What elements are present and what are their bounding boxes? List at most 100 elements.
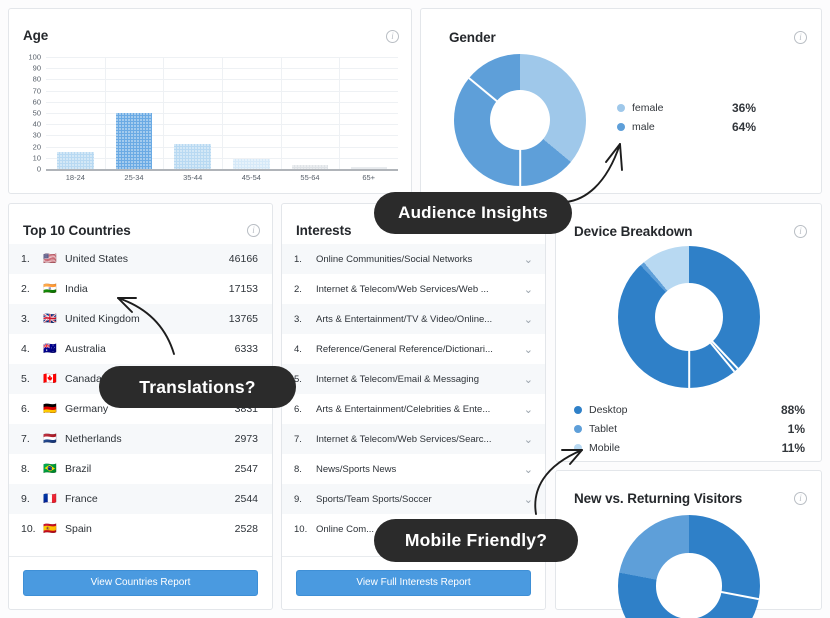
country-visit-count: 2544 (234, 493, 258, 505)
y-axis-tick-label: 20 (32, 142, 41, 152)
legend-value: 1% (787, 421, 805, 436)
country-flag-icon: 🇺🇸 (43, 252, 57, 265)
list-item[interactable]: 3. Arts & Entertainment/TV & Video/Online… (282, 304, 545, 334)
bar-25-34[interactable] (115, 113, 153, 169)
chevron-down-icon[interactable]: ⌄ (521, 403, 533, 416)
interest-rank: 9. (294, 493, 302, 505)
interest-name: Sports/Team Sports/Soccer (316, 493, 432, 505)
chevron-down-icon[interactable]: ⌄ (521, 433, 533, 446)
legend-value: 36% (731, 100, 756, 115)
country-name: Australia (65, 343, 106, 355)
chevron-down-icon[interactable]: ⌄ (521, 493, 533, 506)
interest-rank: 8. (294, 463, 302, 475)
view-full-interests-report-button[interactable]: View Full Interests Report (296, 570, 531, 596)
country-rank: 1. (21, 253, 30, 265)
country-visit-count: 13765 (228, 313, 258, 325)
chevron-down-icon[interactable]: ⌄ (521, 313, 533, 326)
bar-45-54[interactable] (233, 158, 270, 170)
table-row[interactable]: 7. 🇳🇱 Netherlands 2973 (9, 424, 272, 454)
legend-color-dot (574, 405, 582, 414)
legend-label: male (632, 120, 655, 133)
chevron-down-icon[interactable]: ⌄ (521, 463, 533, 476)
legend-item[interactable]: female 36% (617, 98, 756, 117)
interest-name: Internet & Telecom/Web Services/Searc... (316, 433, 492, 445)
bar-65+[interactable] (350, 167, 387, 169)
view-countries-report-button[interactable]: View Countries Report (23, 570, 258, 596)
legend-label: Desktop (589, 403, 628, 416)
age-panel: Age i 0 10 20 30 40 50 60 70 80 90 100 18-24 25-34 3… (8, 8, 412, 194)
gender-panel: Gender i female 36% male 64% (420, 8, 822, 194)
gender-donut-chart (454, 54, 586, 186)
country-flag-icon: 🇨🇦 (43, 372, 57, 385)
country-rank: 10. (21, 523, 36, 535)
bar-55-64[interactable] (291, 164, 329, 170)
device-donut-chart (618, 246, 760, 388)
list-item[interactable]: 6. Arts & Entertainment/Celebrities & Ent… (282, 394, 545, 424)
info-icon[interactable]: i (386, 30, 399, 43)
annotation-pill-audience-insights: Audience Insights (374, 192, 572, 234)
chevron-down-icon[interactable]: ⌄ (521, 373, 533, 386)
dashboard-root: Age i 0 10 20 30 40 50 60 70 80 90 100 18-24 25-34 3… (0, 0, 830, 618)
bar-cell (281, 57, 340, 170)
y-axis-tick-label: 100 (28, 52, 41, 62)
country-flag-icon: 🇩🇪 (43, 402, 57, 415)
table-row[interactable]: 10. 🇪🇸 Spain 2528 (9, 514, 272, 544)
interest-rank: 6. (294, 403, 302, 415)
country-visit-count: 2528 (234, 523, 258, 535)
annotation-pill-mobile-friendly: Mobile Friendly? (374, 519, 578, 562)
donut-hole (654, 282, 724, 352)
interest-rank: 5. (294, 373, 302, 385)
country-flag-icon: 🇬🇧 (43, 312, 57, 325)
legend-item[interactable]: Tablet 1% (574, 419, 805, 438)
legend-item[interactable]: Desktop 88% (574, 400, 805, 419)
gridline (46, 169, 398, 171)
chevron-down-icon[interactable]: ⌄ (521, 343, 533, 356)
info-icon[interactable]: i (794, 492, 807, 505)
interest-name: News/Sports News (316, 463, 397, 475)
list-item[interactable]: 4. Reference/General Reference/Dictionari… (282, 334, 545, 364)
list-item[interactable]: 2. Internet & Telecom/Web Services/Web ..… (282, 274, 545, 304)
new-vs-returning-title: New vs. Returning Visitors (574, 491, 743, 506)
table-row[interactable]: 9. 🇫🇷 France 2544 (9, 484, 272, 514)
country-visit-count: 46166 (228, 253, 258, 265)
legend-value: 11% (781, 440, 805, 455)
bar-cell (339, 57, 398, 169)
list-item[interactable]: 8. News/Sports News ⌄ (282, 454, 545, 484)
list-item[interactable]: 1. Online Communities/Social Networks ⌄ (282, 244, 545, 274)
chevron-down-icon[interactable]: ⌄ (521, 253, 533, 266)
list-item[interactable]: 5. Internet & Telecom/Email & Messaging ⌄ (282, 364, 545, 394)
interest-rank: 4. (294, 343, 302, 355)
y-axis-tick-label: 0 (36, 164, 41, 174)
age-x-axis-labels: 18-24 25-34 35-44 45-54 55-64 65+ (46, 173, 398, 182)
country-rank: 6. (21, 403, 30, 415)
table-row[interactable]: 8. 🇧🇷 Brazil 2547 (9, 454, 272, 484)
interest-rank: 2. (294, 283, 302, 295)
y-axis-tick-label: 90 (32, 63, 41, 73)
bar-18-24[interactable] (57, 152, 94, 169)
country-name: France (65, 493, 98, 505)
x-axis-tick-label: 35-44 (183, 173, 203, 182)
list-item[interactable]: 9. Sports/Team Sports/Soccer ⌄ (282, 484, 545, 514)
info-icon[interactable]: i (247, 224, 260, 237)
new-vs-returning-panel: New vs. Returning Visitors i (555, 470, 822, 618)
info-icon[interactable]: i (794, 31, 807, 44)
interest-name: Internet & Telecom/Web Services/Web ... (316, 283, 489, 295)
bar-35-44[interactable] (174, 144, 212, 169)
info-icon[interactable]: i (794, 225, 807, 238)
table-row[interactable]: 4. 🇦🇺 Australia 6333 (9, 334, 272, 364)
device-legend: Desktop 88% Tablet 1% Mobile 11% (574, 400, 805, 457)
gender-legend: female 36% male 64% (617, 98, 756, 136)
new-vs-returning-donut-chart (618, 515, 760, 618)
legend-item[interactable]: male 64% (617, 117, 756, 136)
interest-name: Arts & Entertainment/Celebrities & Ente.… (316, 403, 491, 415)
list-item[interactable]: 7. Internet & Telecom/Web Services/Searc.… (282, 424, 545, 454)
interest-name: Online Communities/Social Networks (316, 253, 473, 265)
legend-color-dot (617, 122, 625, 131)
legend-item[interactable]: Mobile 11% (574, 438, 805, 457)
chevron-down-icon[interactable]: ⌄ (521, 283, 533, 296)
legend-color-dot (617, 103, 625, 112)
annotation-pill-translations: Translations? (99, 366, 296, 408)
table-row[interactable]: 1. 🇺🇸 United States 46166 (9, 244, 272, 274)
table-row[interactable]: 2. 🇮🇳 India 17153 (9, 274, 272, 304)
table-row[interactable]: 3. 🇬🇧 United Kingdom 13765 (9, 304, 272, 334)
